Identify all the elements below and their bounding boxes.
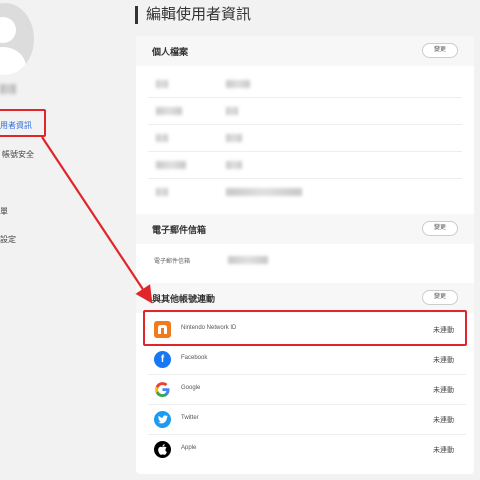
linked-account-row-facebook[interactable]: f Facebook 未連動 — [148, 345, 466, 375]
avatar — [0, 3, 34, 75]
page-title: 編輯使用者資訊 — [135, 6, 251, 24]
email-row: 電子郵件信箱 — [148, 246, 462, 274]
linked-account-row-twitter[interactable]: Twitter 未連動 — [148, 405, 466, 435]
profile-row — [148, 97, 462, 125]
email-section-header: 電子郵件信箱 變更 — [136, 214, 474, 244]
linked-section-title: 與其他帳號連動 — [152, 294, 216, 304]
username-blurred — [0, 84, 16, 94]
blurred-label — [156, 188, 168, 196]
profile-section-header: 個人檔案 變更 — [136, 36, 474, 66]
blurred-label — [156, 134, 168, 142]
blurred-label — [156, 161, 186, 169]
apple-icon — [154, 441, 171, 458]
profile-row — [148, 151, 462, 179]
avatar-head — [0, 17, 16, 43]
linked-account-name: Google — [181, 385, 201, 391]
blurred-value — [226, 134, 242, 142]
email-field-label: 電子郵件信箱 — [154, 259, 191, 265]
blurred-value — [226, 80, 250, 88]
linked-account-status: 未連動 — [433, 447, 454, 454]
user-info-card: 個人檔案 變更 電子郵件信箱 變更 電子郵件信箱 與其他帳號連動 變更 Nint… — [136, 36, 474, 474]
email-section-title: 電子郵件信箱 — [152, 225, 207, 235]
sidebar: 使用者資訊 帳號安全 單 設定 — [0, 0, 110, 480]
linked-account-name: Facebook — [181, 355, 208, 361]
sidebar-item-list[interactable]: 單 — [0, 206, 8, 217]
profile-section-title: 個人檔案 — [152, 47, 189, 57]
facebook-icon: f — [154, 351, 171, 368]
blurred-value — [226, 188, 302, 196]
blurred-value — [226, 107, 238, 115]
blurred-label — [156, 107, 182, 115]
avatar-body — [0, 47, 26, 75]
blurred-value — [226, 161, 242, 169]
blurred-email — [228, 256, 268, 264]
twitter-icon — [154, 411, 171, 428]
nintendo-annotation-highlight — [143, 310, 467, 346]
linked-account-name: Apple — [181, 445, 197, 451]
linked-account-status: 未連動 — [433, 357, 454, 364]
linked-account-name: Twitter — [181, 415, 199, 421]
profile-row — [148, 178, 462, 206]
profile-row — [148, 124, 462, 152]
sidebar-item-account-security[interactable]: 帳號安全 — [2, 149, 34, 160]
sidebar-item-settings[interactable]: 設定 — [0, 234, 16, 245]
linked-account-row-google[interactable]: Google 未連動 — [148, 375, 466, 405]
sidebar-annotation-highlight — [0, 109, 46, 137]
linked-account-status: 未連動 — [433, 387, 454, 394]
linked-change-button[interactable]: 變更 — [422, 290, 458, 305]
linked-account-row-apple[interactable]: Apple 未連動 — [148, 435, 466, 465]
profile-row — [148, 70, 462, 98]
email-change-button[interactable]: 變更 — [422, 221, 458, 236]
blurred-label — [156, 80, 168, 88]
profile-change-button[interactable]: 變更 — [422, 43, 458, 58]
linked-account-status: 未連動 — [433, 417, 454, 424]
google-icon — [154, 381, 171, 398]
linked-section-header: 與其他帳號連動 變更 — [136, 283, 474, 313]
